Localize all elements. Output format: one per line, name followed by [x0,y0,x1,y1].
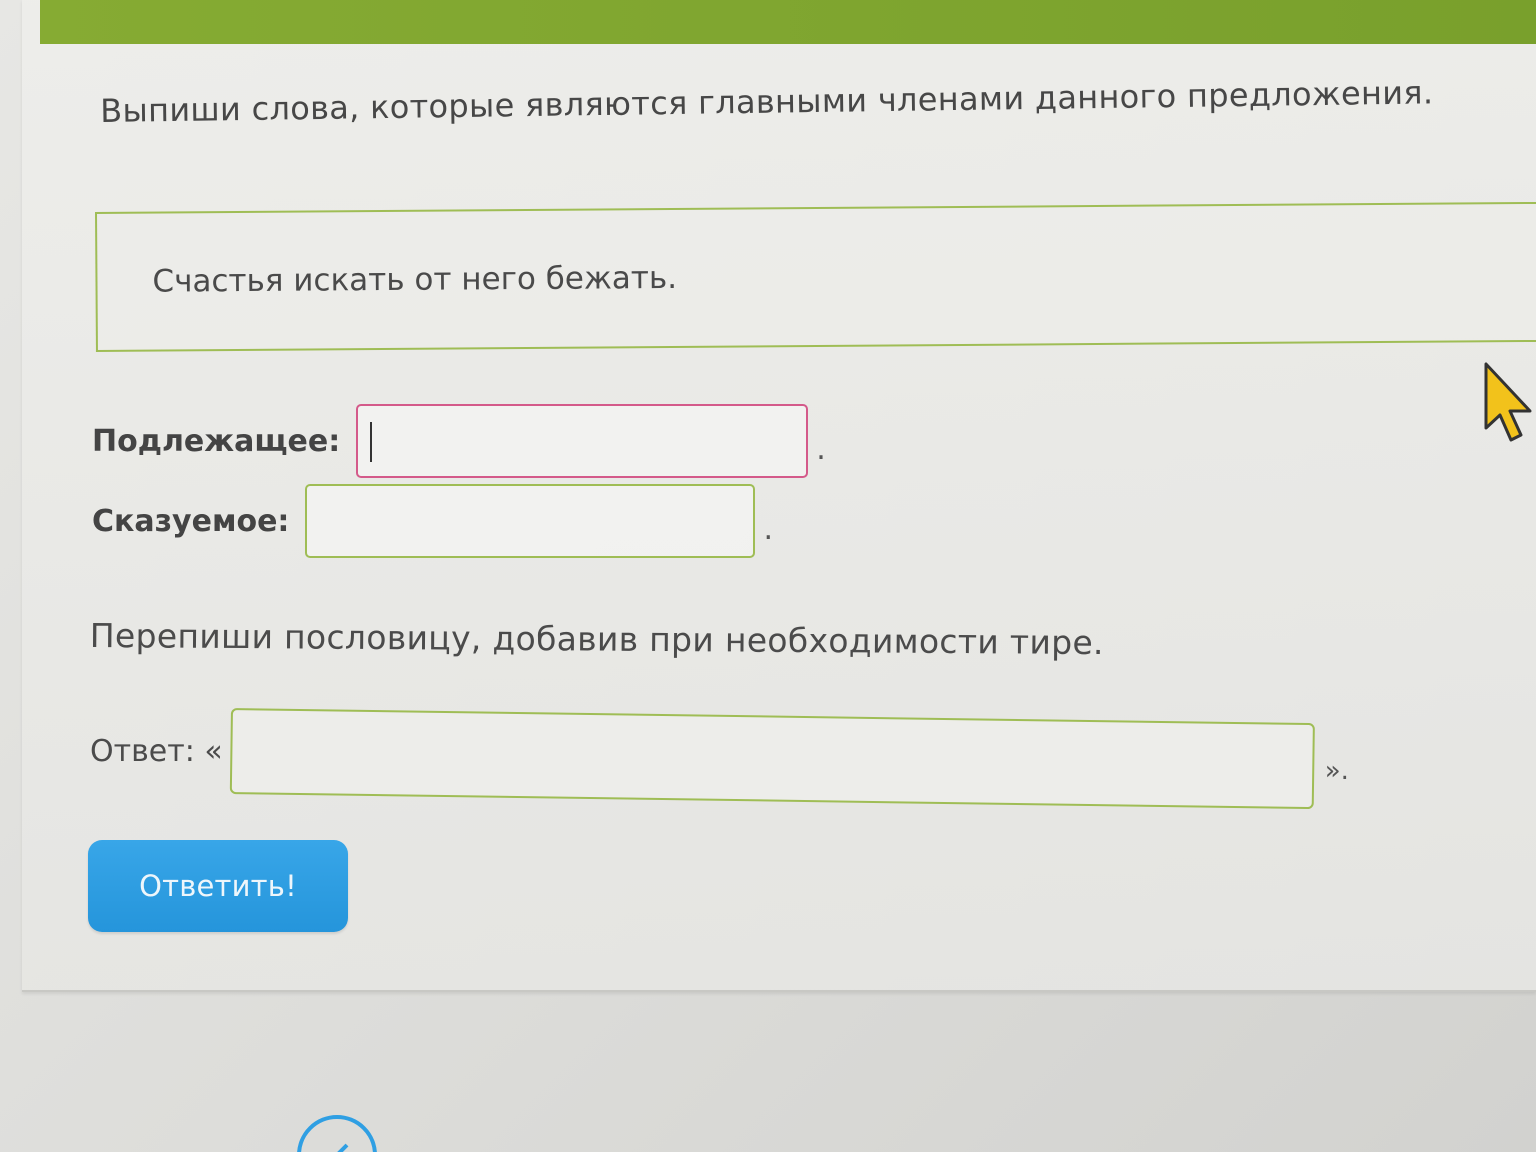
text-caret [370,422,373,462]
sentence-box: Счастья искать от него бежать. [95,201,1536,352]
subject-label: Подлежащее: [92,423,341,459]
answer-row: Ответ: « ». [90,708,1349,810]
subject-input[interactable] [356,404,809,478]
predicate-row: Сказуемое: . [92,484,773,558]
exercise-screen: Выпиши слова, которые являются главными … [0,0,1536,1152]
predicate-suffix: . [763,511,773,547]
subject-row: Подлежащее: . [92,404,826,478]
partial-round-button-icon [1060,1138,1130,1152]
header-bar [40,0,1536,44]
sentence-text: Счастья искать от него бежать. [152,259,678,300]
predicate-input[interactable] [305,484,756,558]
submit-button[interactable]: Ответить! [88,840,348,932]
subject-suffix: . [816,431,826,467]
task2-instruction: Перепиши пословицу, добавив при необходи… [89,616,1104,663]
answer-suffix: ». [1324,756,1349,786]
answer-label: Ответ: « [90,733,223,769]
mouse-pointer-icon [1484,362,1532,442]
answer-input[interactable] [229,708,1315,810]
edit-icon[interactable] [292,1110,382,1152]
predicate-label: Сказуемое: [92,503,290,539]
